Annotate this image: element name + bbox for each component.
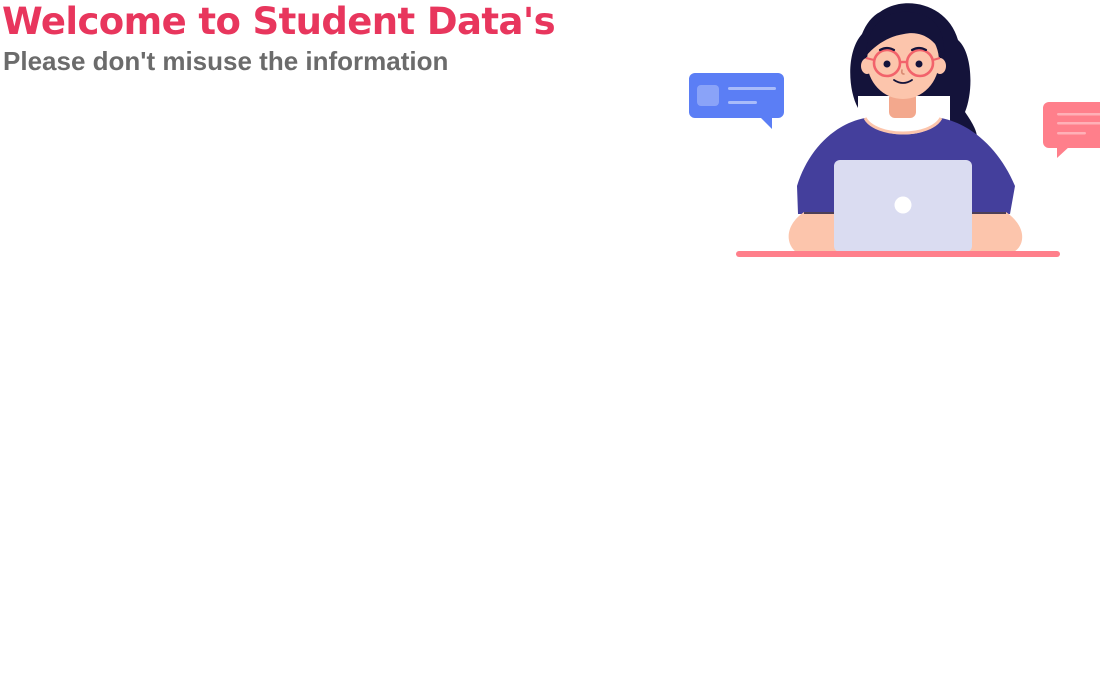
desk-line bbox=[736, 251, 1060, 257]
chat-bubble-left-icon bbox=[689, 73, 784, 129]
woman-at-laptop-illustration bbox=[686, 0, 1100, 262]
page-subtitle: Please don't misuse the information bbox=[3, 46, 449, 76]
laptop-icon bbox=[834, 160, 972, 252]
chat-bubble-right-icon bbox=[1043, 102, 1100, 158]
page-title: Welcome to Student Data's bbox=[2, 0, 556, 43]
hero-text: Welcome to Student Data's Please don't m… bbox=[2, 0, 642, 78]
